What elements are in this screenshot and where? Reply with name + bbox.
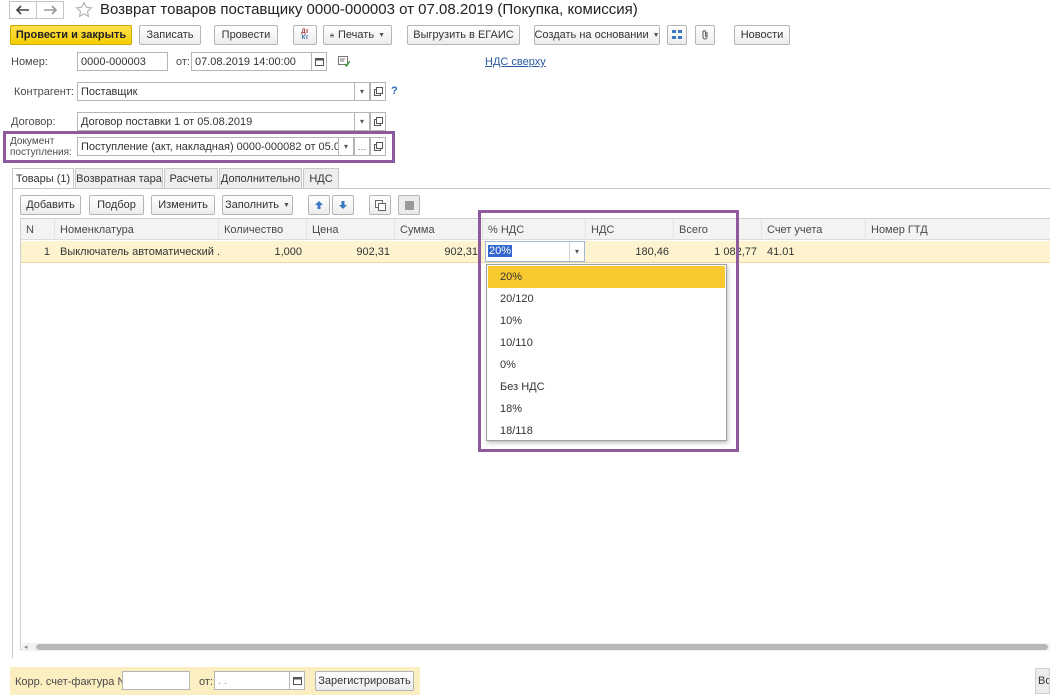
- move-up-button[interactable]: [308, 195, 330, 215]
- tab-goods[interactable]: Товары (1): [12, 168, 74, 189]
- add-row-button[interactable]: Добавить: [20, 195, 81, 215]
- cell-n: 1: [43, 246, 50, 258]
- save-button[interactable]: Записать: [139, 25, 201, 45]
- scroll-left-icon[interactable]: ◂: [24, 643, 28, 651]
- copy-icon: [374, 199, 386, 211]
- arrow-down-icon: [339, 201, 347, 209]
- paperclip-icon: [702, 30, 708, 40]
- window-title: Возврат товаров поставщику 0000-000003 о…: [100, 1, 638, 18]
- col-header-n[interactable]: N: [21, 219, 55, 240]
- export-egais-button[interactable]: Выгрузить в ЕГАИС: [407, 25, 520, 45]
- counterparty-open-button[interactable]: [370, 82, 386, 101]
- open-icon: [373, 87, 383, 96]
- chevron-down-icon: ▼: [652, 31, 660, 39]
- cell-gtd[interactable]: [866, 242, 1050, 262]
- print-button[interactable]: Печать ▼: [323, 25, 392, 45]
- tab-panel-left-border: [12, 188, 13, 658]
- col-header-price[interactable]: Цена: [307, 219, 395, 240]
- post-button[interactable]: Провести: [214, 25, 278, 45]
- cell-qty[interactable]: 1,000: [219, 242, 307, 262]
- fill-button[interactable]: Заполнить ▼: [222, 195, 293, 215]
- structure-button[interactable]: [667, 25, 687, 45]
- contract-open-button[interactable]: [370, 112, 386, 131]
- contract-label: Договор:: [11, 116, 56, 128]
- number-field[interactable]: 0000-000003: [77, 52, 168, 71]
- chevron-down-icon: ▼: [283, 201, 290, 209]
- favorite-button[interactable]: [75, 1, 93, 19]
- create-based-on-label: Создать на основании: [534, 29, 649, 41]
- nav-back-button[interactable]: [9, 1, 37, 19]
- structure-icon: [672, 30, 682, 39]
- create-based-on-button[interactable]: Создать на основании ▼: [534, 25, 660, 45]
- contract-field[interactable]: Договор поставки 1 от 05.08.2019: [77, 112, 355, 131]
- cell-account[interactable]: 41.01: [762, 242, 866, 262]
- print-label: Печать: [338, 29, 375, 41]
- printer-icon: [330, 33, 334, 37]
- tab-returnable-containers[interactable]: Возвратная тара: [75, 168, 163, 188]
- register-button[interactable]: Зарегистрировать: [315, 671, 414, 691]
- arrow-up-icon: [315, 201, 323, 209]
- counterparty-field[interactable]: Поставщик: [77, 82, 355, 101]
- post-status-icon: [338, 56, 351, 70]
- cell-item[interactable]: Выключатель автоматический ...: [55, 242, 219, 262]
- attach-button[interactable]: [695, 25, 715, 45]
- chevron-down-icon: ▼: [378, 31, 385, 39]
- move-down-button[interactable]: [332, 195, 354, 215]
- help-icon[interactable]: ?: [391, 85, 398, 97]
- nav-forward-button[interactable]: [36, 1, 64, 19]
- tab-panel-border: [12, 188, 1050, 189]
- paste-icon: [404, 200, 414, 210]
- contract-dropdown-button[interactable]: ▾: [354, 112, 370, 131]
- dtkt-button[interactable]: Дт Кт: [293, 25, 317, 45]
- select-button[interactable]: Подбор: [89, 195, 144, 215]
- tab-additional[interactable]: Дополнительно: [219, 168, 302, 188]
- col-header-item[interactable]: Номенклатура: [55, 219, 219, 240]
- corr-invoice-calendar-button[interactable]: [289, 671, 305, 690]
- arrow-right-icon: [44, 5, 57, 15]
- col-header-gtd[interactable]: Номер ГТД: [866, 219, 1050, 240]
- col-header-qty[interactable]: Количество: [219, 219, 307, 240]
- tab-settlements[interactable]: Расчеты: [164, 168, 218, 188]
- calendar-icon: [292, 676, 302, 685]
- news-button[interactable]: Новости: [734, 25, 790, 45]
- scrollbar-thumb[interactable]: [36, 644, 1048, 650]
- horizontal-scrollbar[interactable]: ◂: [22, 643, 1050, 651]
- col-header-account[interactable]: Счет учета: [762, 219, 866, 240]
- open-icon: [373, 117, 383, 126]
- cell-sum[interactable]: 902,31: [395, 242, 483, 262]
- star-icon: [75, 1, 93, 18]
- receipt-doc-highlight-frame: [3, 131, 395, 163]
- copy-button[interactable]: [369, 195, 391, 215]
- corr-invoice-label: Корр. счет-фактура №: [15, 676, 130, 688]
- chevron-down-icon: ▾: [359, 87, 364, 96]
- dtkt-icon: Дт Кт: [301, 29, 309, 41]
- date-field[interactable]: 07.08.2019 14:00:00: [191, 52, 312, 71]
- calendar-icon: [314, 57, 324, 66]
- cut-off-text: Во: [1035, 668, 1050, 694]
- corr-invoice-date-field[interactable]: . .: [214, 671, 290, 690]
- date-label: от:: [176, 56, 190, 68]
- counterparty-label: Контрагент:: [14, 86, 74, 98]
- paste-button[interactable]: [398, 195, 420, 215]
- corr-invoice-date-label: от:: [199, 676, 213, 688]
- tab-vat[interactable]: НДС: [303, 168, 339, 188]
- col-header-sum[interactable]: Сумма: [395, 219, 483, 240]
- fill-label: Заполнить: [225, 199, 280, 211]
- number-label: Номер:: [11, 56, 48, 68]
- arrow-left-icon: [16, 5, 29, 15]
- change-button[interactable]: Изменить: [151, 195, 215, 215]
- cell-price[interactable]: 902,31: [307, 242, 395, 262]
- chevron-down-icon: ▾: [359, 117, 364, 126]
- vat-highlight-frame: [478, 210, 739, 452]
- vat-on-top-link[interactable]: НДС сверху: [485, 56, 546, 68]
- counterparty-dropdown-button[interactable]: ▾: [354, 82, 370, 101]
- post-and-close-button[interactable]: Провести и закрыть: [10, 25, 132, 45]
- corr-invoice-field[interactable]: [122, 671, 190, 690]
- calendar-button[interactable]: [311, 52, 327, 71]
